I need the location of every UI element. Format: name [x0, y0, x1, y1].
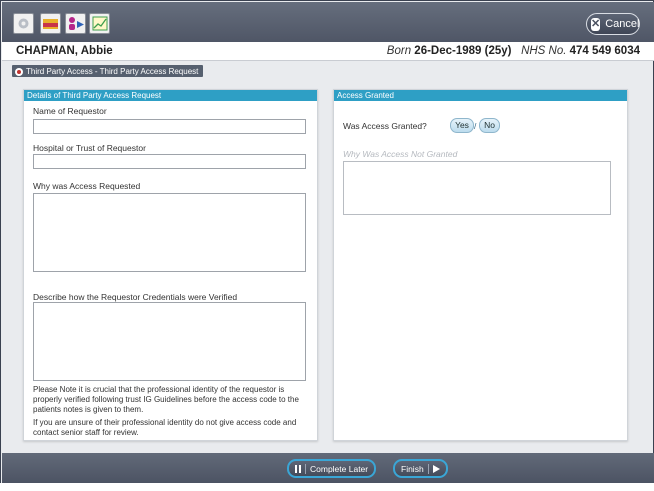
footer-bar: Complete Later Finish — [2, 453, 654, 483]
identity-warning-note: If you are unsure of their professional … — [33, 418, 297, 437]
cancel-button[interactable]: ✕ Cancel — [586, 13, 640, 35]
ig-guideline-note: Please Note it is crucial that the profe… — [33, 385, 299, 414]
access-granted-question: Was Access Granted? — [343, 121, 427, 131]
yes-button[interactable]: Yes — [450, 118, 474, 133]
details-panel-title: Details of Third Party Access Request — [24, 90, 317, 101]
born-value: 26-Dec-1989 (25y) — [414, 45, 512, 57]
requestor-name-label: Name of Requestor — [33, 106, 107, 116]
person-arrow-icon[interactable] — [65, 13, 86, 34]
credentials-textarea[interactable] — [33, 302, 306, 381]
access-granted-title: Access Granted — [334, 90, 627, 101]
patient-banner: CHAPMAN, Abbie Born 26-Dec-1989 (25y) NH… — [2, 42, 654, 61]
cancel-label: Cancel — [605, 18, 640, 30]
patient-name: CHAPMAN, Abbie — [16, 45, 113, 57]
folder-icon[interactable] — [40, 13, 61, 34]
why-not-granted-textarea[interactable] — [343, 161, 611, 215]
patient-details: Born 26-Dec-1989 (25y) NHS No. 474 549 6… — [387, 45, 640, 57]
credentials-label: Describe how the Requestor Credentials w… — [33, 292, 238, 302]
access-granted-panel: Access Granted Was Access Granted? / Why… — [333, 89, 628, 441]
why-not-granted-placeholder: Why Was Access Not Granted — [343, 149, 458, 159]
button-separator — [427, 463, 429, 474]
why-requested-label: Why was Access Requested — [33, 181, 141, 191]
finish-label: Finish — [401, 463, 424, 474]
details-panel: Details of Third Party Access Request Na… — [23, 89, 318, 441]
why-requested-textarea[interactable] — [33, 193, 306, 272]
requestor-name-input[interactable] — [33, 119, 306, 134]
no-button[interactable]: No — [479, 118, 500, 133]
play-icon — [432, 464, 440, 473]
complete-later-label: Complete Later — [310, 463, 369, 474]
button-separator — [305, 463, 306, 474]
complete-later-button[interactable]: Complete Later — [287, 459, 377, 478]
breadcrumb-label: Third Party Access - Third Party Access … — [26, 67, 199, 76]
dialog-window: ✕ Cancel CHAPMAN, Abbie Born 26-Dec-1989… — [0, 0, 654, 491]
breadcrumb[interactable]: Third Party Access - Third Party Access … — [12, 65, 204, 77]
record-icon — [15, 67, 23, 76]
finish-button[interactable]: Finish — [393, 459, 448, 478]
nhs-label: NHS No. — [521, 45, 567, 57]
nhs-value: 474 549 6034 — [569, 45, 640, 57]
top-toolbar: ✕ Cancel — [2, 2, 654, 42]
pause-icon — [295, 464, 301, 473]
hospital-label: Hospital or Trust of Requestor — [33, 143, 146, 153]
chart-icon[interactable] — [89, 13, 110, 34]
yes-no-separator: / — [474, 121, 477, 131]
hospital-input[interactable] — [33, 154, 306, 169]
settings-icon[interactable] — [13, 13, 34, 34]
close-icon: ✕ — [591, 17, 601, 31]
background-page-strip — [0, 483, 654, 491]
born-label: Born — [386, 45, 412, 57]
